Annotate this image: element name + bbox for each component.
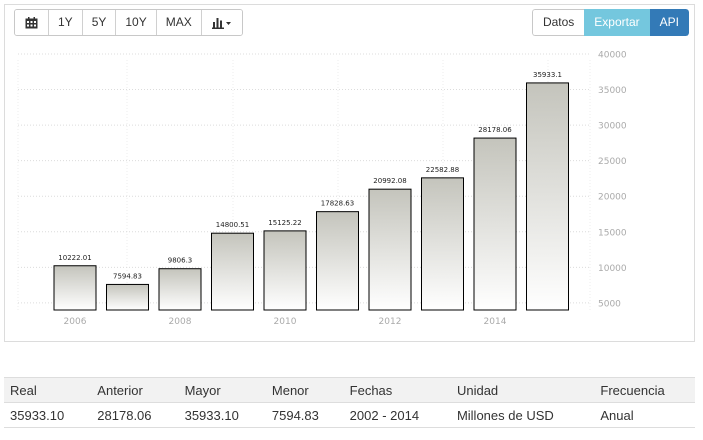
bar [158,268,202,311]
data-label: 35933.1 [533,71,562,79]
header-real: Real [4,377,92,403]
data-label: 7594.83 [113,272,142,280]
value-frecuencia: Anual [594,402,695,428]
header-unidad: Unidad [450,377,595,403]
bar [316,211,359,311]
bar [53,265,97,311]
bar [421,177,464,311]
value-real: 35933.10 [4,402,92,428]
data-label: 14800.51 [216,221,249,229]
bar [526,82,569,311]
y-tick-label: 40000 [598,51,627,61]
data-label: 22582.88 [426,166,459,174]
data-label: 9806.3 [168,257,193,265]
header-frecuencia: Frecuencia [594,377,695,403]
y-tick-label: 25000 [598,157,627,167]
x-tick-label: 2010 [274,317,297,327]
summary-header-row: Real Anterior Mayor Menor Fechas Unidad … [4,377,695,403]
bar [368,188,412,311]
x-tick-label: 2006 [64,317,87,327]
header-mayor: Mayor [178,377,266,403]
header-fechas: Fechas [343,377,451,403]
summary-table: Real Anterior Mayor Menor Fechas Unidad … [4,377,695,428]
y-tick-label: 20000 [598,193,627,203]
data-label: 17828.63 [321,200,354,208]
bar [473,137,517,311]
summary-value-row: 35933.10 28178.06 35933.10 7594.83 2002 … [4,402,695,428]
header-anterior: Anterior [91,377,179,403]
x-tick-label: 2008 [169,317,192,327]
value-anterior: 28178.06 [91,402,179,428]
bar [106,283,149,311]
y-tick-label: 15000 [598,228,627,238]
y-tick-label: 10000 [598,264,627,274]
y-tick-label: 30000 [598,122,627,132]
value-unidad: Millones de USD [450,402,595,428]
x-tick-label: 2012 [379,317,402,327]
bar [263,230,307,311]
data-label: 10222.01 [58,254,91,262]
x-tick-label: 2014 [484,317,507,327]
data-label: 20992.08 [373,177,406,185]
bar-chart: 5000 10000 15000 20000 25000 30000 35000 40000 1… [17,51,627,327]
header-menor: Menor [265,377,344,403]
value-mayor: 35933.10 [178,402,266,428]
y-tick-label: 35000 [598,86,627,96]
data-label: 28178.06 [478,126,512,134]
bar [211,232,254,311]
value-menor: 7594.83 [265,402,344,428]
data-label: 15125.22 [268,219,301,227]
value-fechas: 2002 - 2014 [343,402,451,428]
y-tick-label: 5000 [598,299,621,309]
